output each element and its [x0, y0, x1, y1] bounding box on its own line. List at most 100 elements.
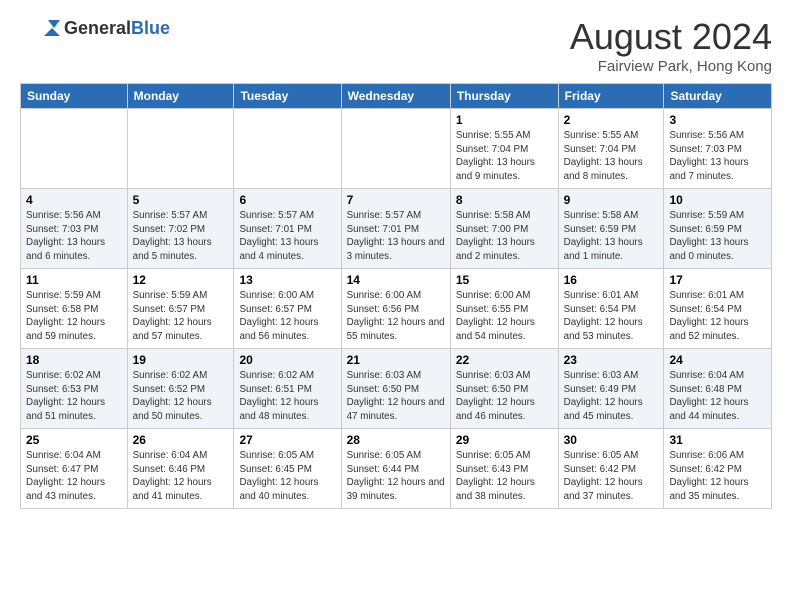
day-number: 7 [347, 193, 445, 207]
day-cell [234, 109, 341, 189]
day-info: Sunrise: 6:03 AMSunset: 6:50 PMDaylight:… [347, 369, 445, 424]
day-cell: 8 Sunrise: 5:58 AMSunset: 7:00 PMDaylight… [450, 189, 558, 269]
calendar-header-row: SundayMondayTuesdayWednesdayThursdayFrid… [21, 84, 772, 109]
day-cell: 7Sunrise: 5:57 AMSunset: 7:01 PMDaylight… [341, 189, 450, 269]
day-info: Sunrise: 6:01 AMSunset: 6:54 PMDaylight:… [564, 289, 659, 344]
day-info: Sunrise: 5:59 AMSunset: 6:57 PMDaylight:… [133, 289, 229, 344]
logo: GeneralBlue [20, 16, 170, 40]
week-row-4: 18 Sunrise: 6:02 AMSunset: 6:53 PMDayligh… [21, 349, 772, 429]
day-info: Sunrise: 5:57 AMSunset: 7:02 PMDaylight:… [133, 209, 229, 264]
day-number: 5 [133, 193, 229, 207]
day-cell: 5 Sunrise: 5:57 AMSunset: 7:02 PMDaylight… [127, 189, 234, 269]
day-cell: 14 Sunrise: 6:00 AMSunset: 6:56 PMDayligh… [341, 269, 450, 349]
day-cell: 11 Sunrise: 5:59 AMSunset: 6:58 PMDayligh… [21, 269, 128, 349]
day-number: 26 [133, 433, 229, 447]
day-info: Sunrise: 6:05 AMSunset: 6:43 PMDaylight:… [456, 449, 553, 504]
day-number: 27 [239, 433, 335, 447]
logo-blue: Blue [131, 18, 170, 38]
day-info: Sunrise: 5:58 AMSunset: 7:00 PMDaylight:… [456, 209, 553, 264]
day-cell: 31Sunrise: 6:06 AMSunset: 6:42 PMDayligh… [664, 429, 772, 509]
day-number: 13 [239, 273, 335, 287]
day-cell: 26 Sunrise: 6:04 AMSunset: 6:46 PMDayligh… [127, 429, 234, 509]
week-row-2: 4 Sunrise: 5:56 AMSunset: 7:03 PMDaylight… [21, 189, 772, 269]
day-cell: 28Sunrise: 6:05 AMSunset: 6:44 PMDayligh… [341, 429, 450, 509]
day-number: 11 [26, 273, 122, 287]
day-cell: 17Sunrise: 6:01 AMSunset: 6:54 PMDayligh… [664, 269, 772, 349]
day-cell: 4 Sunrise: 5:56 AMSunset: 7:03 PMDaylight… [21, 189, 128, 269]
day-number: 24 [669, 353, 766, 367]
day-info: Sunrise: 6:03 AMSunset: 6:49 PMDaylight:… [564, 369, 659, 424]
day-number: 6 [239, 193, 335, 207]
day-cell: 2 Sunrise: 5:55 AMSunset: 7:04 PMDaylight… [558, 109, 664, 189]
day-cell [127, 109, 234, 189]
day-number: 19 [133, 353, 229, 367]
col-header-thursday: Thursday [450, 84, 558, 109]
day-number: 4 [26, 193, 122, 207]
day-number: 14 [347, 273, 445, 287]
day-cell: 19 Sunrise: 6:02 AMSunset: 6:52 PMDayligh… [127, 349, 234, 429]
col-header-friday: Friday [558, 84, 664, 109]
day-number: 12 [133, 273, 229, 287]
day-info: Sunrise: 5:55 AMSunset: 7:04 PMDaylight:… [564, 129, 659, 184]
day-cell: 30 Sunrise: 6:05 AMSunset: 6:42 PMDayligh… [558, 429, 664, 509]
day-number: 20 [239, 353, 335, 367]
day-info: Sunrise: 6:04 AMSunset: 6:46 PMDaylight:… [133, 449, 229, 504]
day-info: Sunrise: 5:56 AMSunset: 7:03 PMDaylight:… [669, 129, 766, 184]
day-cell [341, 109, 450, 189]
day-cell: 24Sunrise: 6:04 AMSunset: 6:48 PMDayligh… [664, 349, 772, 429]
logo-general: General [64, 18, 131, 38]
day-number: 30 [564, 433, 659, 447]
day-number: 8 [456, 193, 553, 207]
day-number: 25 [26, 433, 122, 447]
day-cell: 20Sunrise: 6:02 AMSunset: 6:51 PMDayligh… [234, 349, 341, 429]
day-info: Sunrise: 6:01 AMSunset: 6:54 PMDaylight:… [669, 289, 766, 344]
day-number: 28 [347, 433, 445, 447]
day-cell: 12 Sunrise: 5:59 AMSunset: 6:57 PMDayligh… [127, 269, 234, 349]
day-number: 2 [564, 113, 659, 127]
col-header-monday: Monday [127, 84, 234, 109]
day-info: Sunrise: 5:58 AMSunset: 6:59 PMDaylight:… [564, 209, 659, 264]
day-number: 1 [456, 113, 553, 127]
page-header: GeneralBlue August 2024 Fairview Park, H… [20, 16, 772, 75]
col-header-saturday: Saturday [664, 84, 772, 109]
day-number: 21 [347, 353, 445, 367]
day-number: 22 [456, 353, 553, 367]
day-info: Sunrise: 5:55 AMSunset: 7:04 PMDaylight:… [456, 129, 553, 184]
day-number: 16 [564, 273, 659, 287]
month-title: August 2024 [570, 16, 772, 58]
col-header-tuesday: Tuesday [234, 84, 341, 109]
title-block: August 2024 Fairview Park, Hong Kong [570, 16, 772, 75]
week-row-1: 1 Sunrise: 5:55 AMSunset: 7:04 PMDaylight… [21, 109, 772, 189]
day-info: Sunrise: 6:05 AMSunset: 6:45 PMDaylight:… [239, 449, 335, 504]
day-number: 15 [456, 273, 553, 287]
day-number: 10 [669, 193, 766, 207]
day-cell: 1 Sunrise: 5:55 AMSunset: 7:04 PMDaylight… [450, 109, 558, 189]
day-cell: 21 Sunrise: 6:03 AMSunset: 6:50 PMDayligh… [341, 349, 450, 429]
day-info: Sunrise: 6:03 AMSunset: 6:50 PMDaylight:… [456, 369, 553, 424]
week-row-3: 11 Sunrise: 5:59 AMSunset: 6:58 PMDayligh… [21, 269, 772, 349]
location: Fairview Park, Hong Kong [570, 58, 772, 75]
day-info: Sunrise: 6:04 AMSunset: 6:47 PMDaylight:… [26, 449, 122, 504]
day-cell: 13 Sunrise: 6:00 AMSunset: 6:57 PMDayligh… [234, 269, 341, 349]
day-cell: 29Sunrise: 6:05 AMSunset: 6:43 PMDayligh… [450, 429, 558, 509]
day-cell: 9 Sunrise: 5:58 AMSunset: 6:59 PMDaylight… [558, 189, 664, 269]
day-cell: 6 Sunrise: 5:57 AMSunset: 7:01 PMDaylight… [234, 189, 341, 269]
day-cell: 23Sunrise: 6:03 AMSunset: 6:49 PMDayligh… [558, 349, 664, 429]
day-info: Sunrise: 5:56 AMSunset: 7:03 PMDaylight:… [26, 209, 122, 264]
day-cell: 27 Sunrise: 6:05 AMSunset: 6:45 PMDayligh… [234, 429, 341, 509]
day-cell: 3Sunrise: 5:56 AMSunset: 7:03 PMDaylight… [664, 109, 772, 189]
day-cell: 10Sunrise: 5:59 AMSunset: 6:59 PMDayligh… [664, 189, 772, 269]
day-info: Sunrise: 6:02 AMSunset: 6:53 PMDaylight:… [26, 369, 122, 424]
day-cell: 25 Sunrise: 6:04 AMSunset: 6:47 PMDayligh… [21, 429, 128, 509]
day-info: Sunrise: 6:00 AMSunset: 6:57 PMDaylight:… [239, 289, 335, 344]
day-info: Sunrise: 5:59 AMSunset: 6:58 PMDaylight:… [26, 289, 122, 344]
day-info: Sunrise: 6:00 AMSunset: 6:56 PMDaylight:… [347, 289, 445, 344]
day-info: Sunrise: 6:05 AMSunset: 6:42 PMDaylight:… [564, 449, 659, 504]
calendar-table: SundayMondayTuesdayWednesdayThursdayFrid… [20, 83, 772, 509]
day-info: Sunrise: 6:06 AMSunset: 6:42 PMDaylight:… [669, 449, 766, 504]
day-number: 18 [26, 353, 122, 367]
day-info: Sunrise: 6:02 AMSunset: 6:52 PMDaylight:… [133, 369, 229, 424]
day-number: 9 [564, 193, 659, 207]
day-info: Sunrise: 5:57 AMSunset: 7:01 PMDaylight:… [239, 209, 335, 264]
logo-icon [20, 16, 60, 40]
